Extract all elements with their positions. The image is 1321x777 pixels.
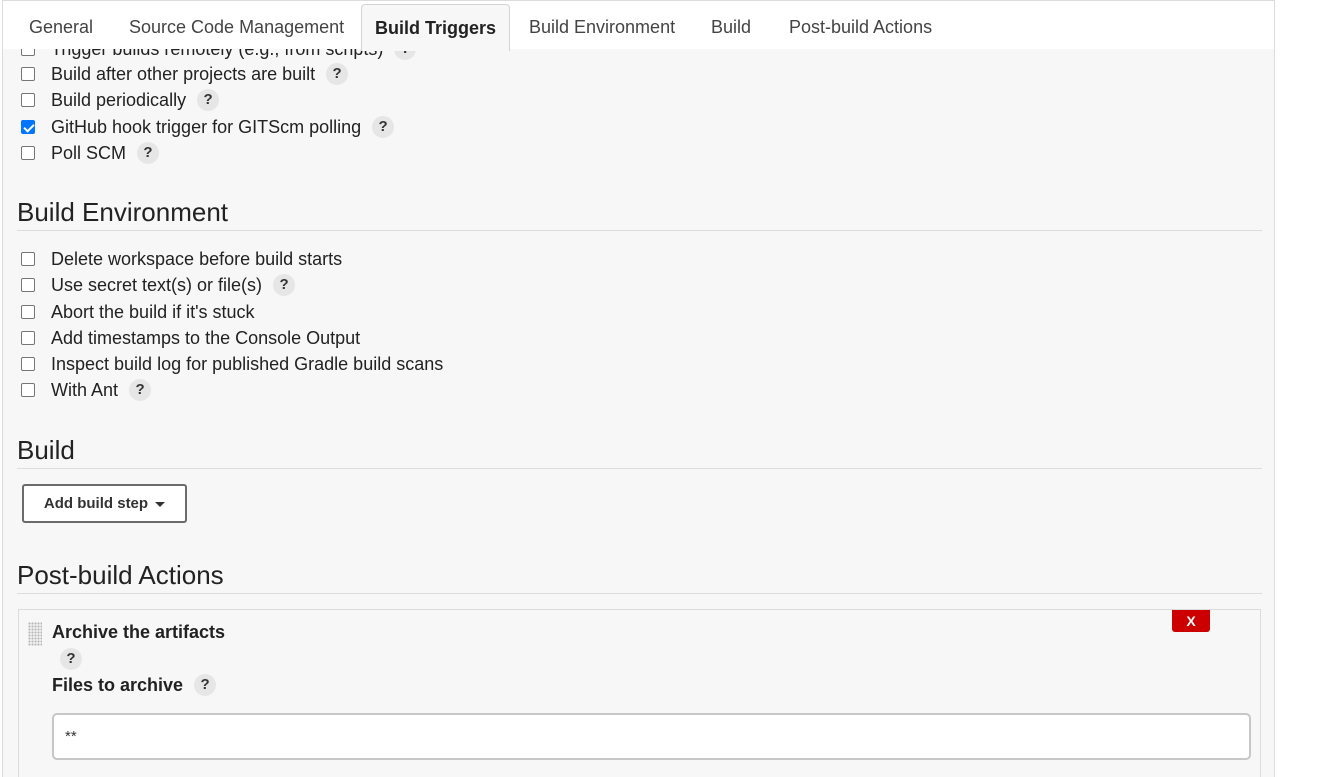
env-delete-workspace-row: Delete workspace before build starts: [21, 248, 342, 270]
env-timestamps-checkbox[interactable]: [21, 331, 35, 345]
caret-down-icon: [155, 501, 166, 507]
help-icon[interactable]: ?: [129, 379, 152, 401]
tab-build-triggers[interactable]: Build Triggers: [361, 4, 511, 51]
help-icon[interactable]: ?: [137, 142, 160, 164]
trigger-poll-scm-row: Poll SCM ?: [21, 142, 160, 164]
trigger-after-other-projects-label: Build after other projects are built: [51, 63, 316, 84]
tab-build[interactable]: Build: [711, 1, 751, 50]
help-icon[interactable]: ?: [372, 116, 395, 138]
config-tab-bar: General Source Code Management Build Tri…: [3, 0, 1274, 51]
tab-source-code-management[interactable]: Source Code Management: [129, 1, 344, 50]
files-to-archive-input[interactable]: [52, 713, 1251, 760]
help-icon[interactable]: ?: [273, 274, 296, 296]
archive-artifacts-title: Archive the artifacts: [52, 622, 226, 642]
section-divider: [17, 468, 1262, 469]
add-build-step-label: Add build step: [43, 495, 149, 512]
drag-handle-icon[interactable]: [28, 622, 42, 646]
env-delete-workspace-label: Delete workspace before build starts: [51, 248, 343, 269]
job-config-panel: General Source Code Management Build Tri…: [2, 0, 1275, 777]
help-icon[interactable]: ?: [197, 89, 220, 111]
trigger-after-other-projects-checkbox[interactable]: [21, 67, 35, 81]
section-divider: [17, 593, 1262, 594]
env-secret-text-row: Use secret text(s) or file(s) ?: [21, 274, 296, 296]
help-icon[interactable]: ?: [60, 648, 82, 670]
tab-general[interactable]: General: [29, 1, 93, 50]
help-icon[interactable]: ?: [194, 674, 217, 696]
files-to-archive-label: Files to archive: [52, 674, 184, 695]
trigger-periodically-row: Build periodically ?: [21, 89, 220, 111]
trigger-github-hook-row: GitHub hook trigger for GITScm polling ?: [21, 116, 395, 138]
env-secret-text-label: Use secret text(s) or file(s): [51, 274, 263, 295]
env-timestamps-label: Add timestamps to the Console Output: [51, 327, 361, 348]
delete-post-build-button[interactable]: X: [1172, 610, 1210, 632]
trigger-github-hook-checkbox[interactable]: [21, 120, 35, 134]
help-icon[interactable]: ?: [326, 63, 349, 85]
add-build-step-button[interactable]: Add build step: [22, 484, 187, 523]
trigger-periodically-label: Build periodically: [51, 89, 187, 110]
env-secret-text-checkbox[interactable]: [21, 278, 35, 292]
trigger-periodically-checkbox[interactable]: [21, 93, 35, 107]
files-to-archive-row: Files to archive ?: [52, 674, 217, 696]
env-gradle-scans-row: Inspect build log for published Gradle b…: [21, 353, 443, 375]
env-abort-stuck-checkbox[interactable]: [21, 305, 35, 319]
env-with-ant-label: With Ant: [51, 379, 119, 400]
env-timestamps-row: Add timestamps to the Console Output: [21, 327, 360, 349]
post-build-actions-title: Post-build Actions: [17, 560, 224, 590]
trigger-github-hook-label: GitHub hook trigger for GITScm polling: [51, 116, 362, 137]
env-gradle-scans-label: Inspect build log for published Gradle b…: [51, 353, 444, 374]
trigger-poll-scm-label: Poll SCM: [51, 142, 127, 163]
env-abort-stuck-label: Abort the build if it's stuck: [51, 301, 255, 322]
trigger-poll-scm-checkbox[interactable]: [21, 146, 35, 160]
tab-build-environment[interactable]: Build Environment: [529, 1, 675, 50]
tab-post-build-actions[interactable]: Post-build Actions: [789, 1, 932, 50]
env-gradle-scans-checkbox[interactable]: [21, 357, 35, 371]
section-divider: [17, 230, 1262, 231]
build-title: Build: [17, 435, 75, 465]
trigger-after-other-projects-row: Build after other projects are built ?: [21, 63, 349, 85]
env-delete-workspace-checkbox[interactable]: [21, 252, 35, 266]
build-environment-title: Build Environment: [17, 197, 228, 227]
env-with-ant-row: With Ant ?: [21, 379, 152, 401]
archive-artifacts-panel: Archive the artifacts X ? Files to archi…: [18, 609, 1261, 777]
env-abort-stuck-row: Abort the build if it's stuck: [21, 301, 255, 323]
env-with-ant-checkbox[interactable]: [21, 383, 35, 397]
